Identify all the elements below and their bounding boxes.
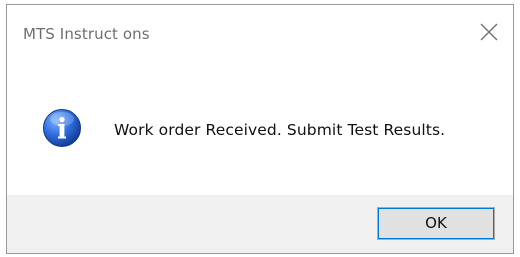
information-icon <box>43 109 81 147</box>
close-button[interactable] <box>465 11 513 51</box>
close-icon <box>480 23 498 41</box>
dialog-message: Work order Received. Submit Test Results… <box>114 121 446 139</box>
ok-button[interactable]: OK <box>377 207 495 240</box>
message-dialog: MTS Instruct ons Work order Received. Su… <box>6 4 514 254</box>
dialog-title: MTS Instruct ons <box>23 25 150 43</box>
dialog-content: Work order Received. Submit Test Results… <box>7 55 513 195</box>
title-bar: MTS Instruct ons <box>7 5 513 55</box>
dialog-footer: OK <box>7 195 513 253</box>
